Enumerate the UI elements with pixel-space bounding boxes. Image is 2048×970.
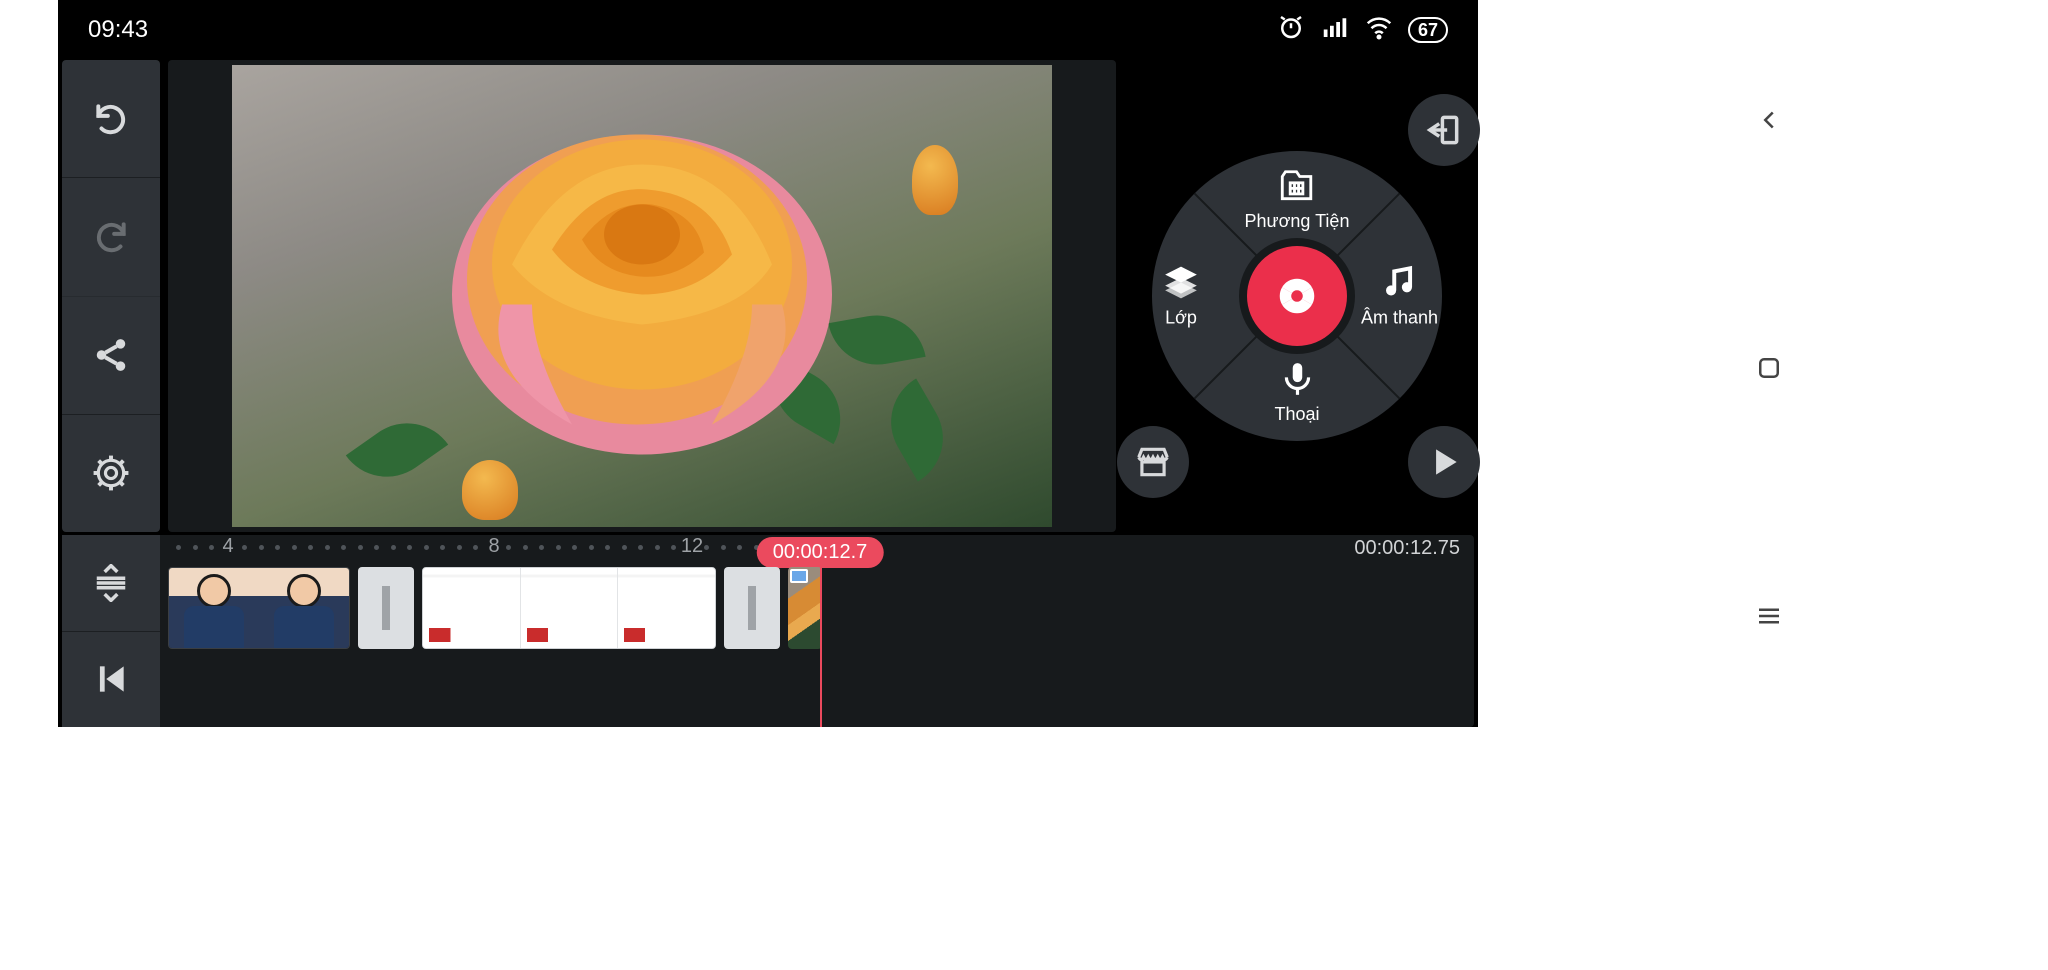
timeline-ruler[interactable]: 4 8 12 00:00:12.7 00:00:12.75 xyxy=(166,535,1474,565)
wheel-audio-label: Âm thanh xyxy=(1361,308,1438,329)
page-whitespace xyxy=(0,727,2048,970)
wheel-layer-label: Lớp xyxy=(1165,308,1197,329)
total-duration: 00:00:12.75 xyxy=(1354,537,1460,560)
redo-button[interactable] xyxy=(62,178,160,296)
nav-back-icon[interactable] xyxy=(1754,105,1784,142)
alarm-icon xyxy=(1276,12,1306,49)
clip-screenshots[interactable] xyxy=(422,567,716,649)
clip-transition[interactable] xyxy=(358,567,414,649)
wheel-voice-label: Thoại xyxy=(1274,404,1319,425)
left-toolbar xyxy=(62,60,160,532)
android-nav-bar xyxy=(1490,0,2048,743)
preview-pane[interactable] xyxy=(168,60,1116,532)
wifi-icon xyxy=(1364,12,1394,49)
nav-menu-icon[interactable] xyxy=(1754,601,1784,638)
status-bar: 09:43 67 xyxy=(58,0,1478,60)
wheel-capture-button[interactable] xyxy=(1247,246,1347,346)
playhead-line[interactable] xyxy=(820,563,822,727)
ruler-mark: 4 xyxy=(222,535,233,558)
status-time: 09:43 xyxy=(88,16,148,44)
battery-indicator: 67 xyxy=(1408,17,1448,43)
ruler-mark: 12 xyxy=(681,535,703,558)
wheel-audio-button[interactable]: Âm thanh xyxy=(1361,264,1438,329)
jump-start-button[interactable] xyxy=(62,632,160,728)
app-frame: 09:43 67 xyxy=(58,0,1478,727)
timeline: 4 8 12 00:00:12.7 00:00:12.75 xyxy=(62,535,1474,727)
timeline-left-tools xyxy=(62,535,160,727)
signal-icon xyxy=(1320,12,1350,49)
settings-button[interactable] xyxy=(62,415,160,532)
preview-image xyxy=(232,65,1052,527)
clip-photo[interactable] xyxy=(788,567,822,649)
wheel-media-label: Phương Tiện xyxy=(1245,211,1350,232)
ruler-mark: 8 xyxy=(488,535,499,558)
editor-body: Phương Tiện Âm thanh Thoại Lớp xyxy=(62,60,1474,727)
wheel-media-button[interactable]: Phương Tiện xyxy=(1245,167,1350,232)
clip-avatar[interactable] xyxy=(168,567,350,649)
nav-recent-icon[interactable] xyxy=(1754,353,1784,390)
action-wheel: Phương Tiện Âm thanh Thoại Lớp xyxy=(1152,151,1442,441)
share-button[interactable] xyxy=(62,297,160,415)
expand-tracks-button[interactable] xyxy=(62,535,160,632)
wheel-voice-button[interactable]: Thoại xyxy=(1274,360,1319,425)
undo-button[interactable] xyxy=(62,60,160,178)
wheel-layer-button[interactable]: Lớp xyxy=(1162,264,1200,329)
clip-transition[interactable] xyxy=(724,567,780,649)
action-wheel-zone: Phương Tiện Âm thanh Thoại Lớp xyxy=(1122,60,1472,532)
timeline-body[interactable]: 4 8 12 00:00:12.7 00:00:12.75 xyxy=(166,535,1474,727)
